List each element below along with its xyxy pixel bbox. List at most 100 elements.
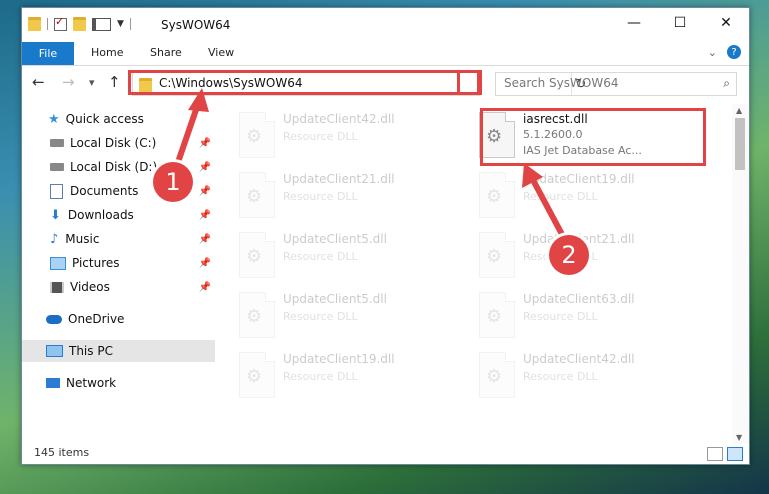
ribbon-right-controls: ⌄ ? xyxy=(708,45,741,59)
file-type: Resource DLL xyxy=(283,190,358,203)
sidebar-item-videos[interactable]: Videos 📌 xyxy=(22,276,215,298)
file-name: UpdateClient63.dll xyxy=(523,292,635,306)
tiles-view-icon[interactable] xyxy=(727,447,743,461)
pin-icon[interactable]: 📌 xyxy=(199,210,211,221)
documents-icon xyxy=(50,183,63,199)
file-name: UpdateClient5.dll xyxy=(283,232,387,246)
downloads-icon: ⬇ xyxy=(50,207,61,223)
details-view-icon[interactable] xyxy=(707,447,723,461)
dll-file-icon: ⚙ xyxy=(239,172,275,218)
pin-icon[interactable]: 📌 xyxy=(199,258,211,269)
vertical-scrollbar[interactable]: ▲ ▼ xyxy=(732,104,749,444)
dll-file-icon: ⚙ xyxy=(239,232,275,278)
list-item[interactable]: ⚙ UpdateClient19.dll Resource DLL xyxy=(229,348,457,400)
pin-icon[interactable]: 📌 xyxy=(199,138,211,149)
scrollbar-thumb[interactable] xyxy=(735,118,745,170)
list-item[interactable]: ⚙ UpdateClient42.dll Resource DLL xyxy=(229,108,457,160)
sidebar-item-label: OneDrive xyxy=(68,312,125,326)
dll-file-icon: ⚙ xyxy=(239,112,275,158)
tab-view[interactable]: View xyxy=(208,46,234,59)
sidebar-item-downloads[interactable]: ⬇ Downloads 📌 xyxy=(22,204,215,226)
status-bar: 145 items xyxy=(22,444,749,464)
window-title: SysWOW64 xyxy=(161,18,231,32)
pin-icon[interactable]: 📌 xyxy=(199,186,211,197)
sidebar-item-label: This PC xyxy=(69,344,113,358)
step-2-badge: 2 xyxy=(549,235,589,275)
sidebar-item-label: Local Disk (D:) xyxy=(70,160,158,174)
sidebar-item-label: Local Disk (C:) xyxy=(70,136,157,150)
dll-file-icon: ⚙ xyxy=(479,172,515,218)
network-icon xyxy=(46,378,60,388)
folder-icon xyxy=(139,78,152,92)
file-name: UpdateClient42.dll xyxy=(283,112,395,126)
help-icon[interactable]: ? xyxy=(727,45,741,59)
divider xyxy=(47,18,48,30)
sidebar-item-label: Network xyxy=(66,376,117,390)
navigation-bar: ← → ▾ ↑ C:\Windows\SysWOW64 ↻ Search Sys… xyxy=(22,66,749,100)
dll-file-icon: ⚙ xyxy=(479,232,515,278)
forward-button[interactable]: → xyxy=(62,73,75,91)
item-count: 145 items xyxy=(34,446,90,459)
search-icon[interactable]: ⌕ xyxy=(723,76,730,91)
maximize-button[interactable]: ☐ xyxy=(657,8,703,38)
search-box[interactable]: Search SysWOW64 ⌕ xyxy=(495,72,737,96)
search-input[interactable]: Search SysWOW64 xyxy=(504,76,618,90)
list-item[interactable]: ⚙ UpdateClient42.dll Resource DLL xyxy=(469,348,697,400)
sidebar-item-pictures[interactable]: Pictures 📌 xyxy=(22,252,215,274)
sidebar-item-label: Music xyxy=(65,232,100,246)
list-item[interactable]: ⚙ UpdateClient5.dll Resource DLL xyxy=(229,288,457,340)
close-button[interactable]: ✕ xyxy=(703,8,749,38)
list-item[interactable]: ⚙ UpdateClient19.dll Resource DLL xyxy=(469,168,697,220)
pictures-icon xyxy=(50,256,66,270)
view-options-icon[interactable] xyxy=(92,17,111,31)
new-folder-icon[interactable] xyxy=(73,17,86,31)
quick-access-toolbar: ▼ xyxy=(28,15,131,31)
onedrive-icon xyxy=(46,314,62,324)
list-item[interactable]: ⚙ UpdateClient63.dll Resource DLL xyxy=(469,288,697,340)
ribbon-tabs: File Home Share View ⌄ ? xyxy=(22,42,749,66)
sidebar-item-onedrive[interactable]: OneDrive xyxy=(22,308,215,330)
address-path[interactable]: C:\Windows\SysWOW64 xyxy=(159,76,303,90)
pin-icon[interactable]: 📌 xyxy=(199,234,211,245)
file-type: Resource DLL xyxy=(523,310,598,323)
tab-file[interactable]: File xyxy=(22,42,74,65)
scroll-up-arrow-icon[interactable]: ▲ xyxy=(736,106,742,115)
star-icon: ★ xyxy=(48,111,60,127)
address-bar[interactable]: C:\Windows\SysWOW64 ↻ xyxy=(132,72,586,96)
file-highlight-box xyxy=(480,108,706,166)
recent-locations-button[interactable]: ▾ xyxy=(89,76,95,89)
back-button[interactable]: ← xyxy=(32,73,45,91)
up-button[interactable]: ↑ xyxy=(108,73,121,91)
file-type: Resource DLL xyxy=(283,310,358,323)
dll-file-icon: ⚙ xyxy=(239,352,275,398)
file-type: Resource DLL xyxy=(283,370,358,383)
sidebar-item-this-pc[interactable]: This PC xyxy=(22,340,215,362)
dll-file-icon: ⚙ xyxy=(239,292,275,338)
sidebar-item-network[interactable]: Network xyxy=(22,372,215,394)
sidebar-item-music[interactable]: ♪ Music 📌 xyxy=(22,228,215,250)
scroll-down-arrow-icon[interactable]: ▼ xyxy=(736,433,742,442)
list-item[interactable]: ⚙ UpdateClient5.dll Resource DLL xyxy=(229,228,457,280)
file-name: UpdateClient5.dll xyxy=(283,292,387,306)
pin-icon[interactable]: 📌 xyxy=(199,282,211,293)
title-bar: ▼ SysWOW64 — ☐ ✕ xyxy=(22,8,749,42)
file-type: Resource DLL xyxy=(283,130,358,143)
file-type: Resource DLL xyxy=(523,190,598,203)
tab-home[interactable]: Home xyxy=(91,46,123,59)
step-1-badge: 1 xyxy=(153,162,193,202)
list-item[interactable]: ⚙ UpdateClient21.dll Resource DLL xyxy=(229,168,457,220)
expand-ribbon-chevron-icon[interactable]: ⌄ xyxy=(708,46,717,59)
customize-toolbar-chevron-icon[interactable]: ▼ xyxy=(117,19,124,29)
drive-icon xyxy=(50,163,64,171)
minimize-button[interactable]: — xyxy=(611,8,657,38)
sidebar-item-local-disk-c[interactable]: Local Disk (C:) 📌 xyxy=(22,132,215,154)
file-type: Resource DLL xyxy=(283,250,358,263)
properties-check-icon[interactable] xyxy=(54,15,67,31)
sidebar-item-quick-access[interactable]: ★ Quick access xyxy=(22,108,215,130)
tab-share[interactable]: Share xyxy=(150,46,182,59)
view-toggle xyxy=(707,447,743,461)
pin-icon[interactable]: 📌 xyxy=(199,162,211,173)
dll-file-icon: ⚙ xyxy=(479,292,515,338)
file-type: Resource DLL xyxy=(523,370,598,383)
file-name: UpdateClient19.dll xyxy=(523,172,635,186)
